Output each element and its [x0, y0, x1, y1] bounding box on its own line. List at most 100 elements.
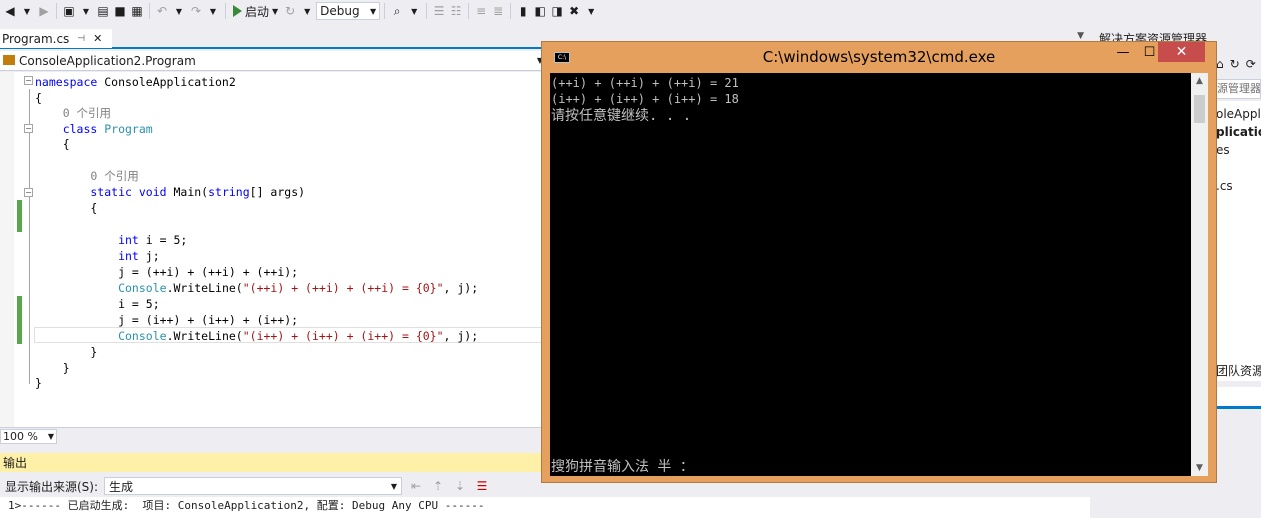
- redo-icon[interactable]: ↷: [188, 2, 204, 20]
- editor-zoom-bar: 100 % ▼: [0, 427, 545, 444]
- output-toolbar: 显示输出来源(S): 生成 ▼ ⇤ ⇡ ⇣ ☰: [0, 475, 545, 497]
- comment-icon[interactable]: ≡: [473, 2, 489, 20]
- refresh-icon[interactable]: ↻: [282, 2, 298, 20]
- new-project-icon[interactable]: ▣: [61, 2, 77, 20]
- scroll-down-icon[interactable]: ▼: [1191, 460, 1208, 476]
- undo-dropdown-icon[interactable]: ▼: [171, 2, 187, 20]
- separator: [426, 3, 428, 19]
- bookmark-icon[interactable]: ▮: [515, 2, 531, 20]
- align-left-icon[interactable]: ☰: [431, 2, 447, 20]
- change-marker: [17, 296, 22, 344]
- prev-bookmark-icon[interactable]: ◧: [532, 2, 548, 20]
- code-token: {: [35, 201, 98, 215]
- new-dropdown-icon[interactable]: ▼: [78, 2, 94, 20]
- code-line: 0 个引用: [35, 168, 139, 184]
- chevron-down-icon: ▼: [390, 481, 398, 491]
- refresh-dropdown-icon[interactable]: ▼: [299, 2, 315, 20]
- code-token: }: [35, 345, 98, 359]
- separator: [56, 3, 57, 19]
- close-icon[interactable]: ✕: [93, 32, 102, 45]
- uncomment-icon[interactable]: ≣: [490, 2, 506, 20]
- next-message-icon[interactable]: ⇣: [452, 477, 468, 495]
- code-line: namespace ConsoleApplication2: [35, 74, 236, 90]
- start-button[interactable]: 启动 ▼: [230, 3, 281, 20]
- tab-overflow-icon[interactable]: ▼: [1077, 31, 1084, 41]
- align-right-icon[interactable]: ☷: [448, 2, 464, 20]
- tree-item[interactable]: oleApplic: [1216, 107, 1261, 121]
- console-line: (++i) + (++i) + (++i) = 21: [551, 76, 739, 90]
- scroll-thumb[interactable]: [1194, 95, 1205, 123]
- open-file-icon[interactable]: ▤: [95, 2, 111, 20]
- tree-item[interactable]: plication: [1216, 125, 1261, 139]
- close-button[interactable]: ✕: [1158, 42, 1205, 62]
- save-icon[interactable]: ■: [112, 2, 128, 20]
- code-line: {: [35, 200, 97, 216]
- undo-icon[interactable]: ↶: [154, 2, 170, 20]
- console-scrollbar[interactable]: ▲ ▼: [1191, 73, 1208, 476]
- code-token: , j);: [443, 329, 479, 343]
- code-token: j;: [138, 249, 160, 263]
- console-output[interactable]: (++i) + (++i) + (++i) = 21 (i++) + (i++)…: [550, 73, 1191, 476]
- sync-icon[interactable]: ⟳: [1246, 57, 1256, 71]
- clear-all-icon[interactable]: ☰: [474, 477, 490, 495]
- code-token: class: [35, 122, 98, 136]
- back-icon[interactable]: ◀: [2, 2, 18, 20]
- refresh-icon[interactable]: ↻: [1230, 57, 1240, 71]
- code-token: , j);: [443, 281, 479, 295]
- type-dropdown[interactable]: ConsoleApplication2.Program ▼: [3, 54, 543, 68]
- code-line: class Program: [35, 121, 153, 137]
- code-line: j = (i++) + (i++) + (i++);: [35, 312, 298, 328]
- next-bookmark-icon[interactable]: ◨: [549, 2, 565, 20]
- class-icon: [3, 54, 15, 65]
- output-source-value: 生成: [109, 479, 134, 494]
- separator: [149, 3, 150, 19]
- code-token: 0 个引用: [35, 169, 139, 183]
- outline-guide: [29, 89, 30, 384]
- collapse-icon[interactable]: −: [24, 76, 33, 85]
- code-line: static void Main(string[] args): [35, 184, 305, 200]
- back-dropdown-icon[interactable]: ▼: [19, 2, 35, 20]
- code-token: .WriteLine(: [166, 329, 243, 343]
- code-editor[interactable]: − − − namespace ConsoleApplication2{ 0 个…: [0, 72, 545, 427]
- main-toolbar: ◀ ▼ ▶ ▣ ▼ ▤ ■ ▦ ↶ ▼ ↷ ▼ 启动 ▼ ↻ ▼ Debug ▼…: [0, 0, 1261, 22]
- scroll-up-icon[interactable]: ▲: [1191, 73, 1208, 89]
- code-line: {: [35, 136, 70, 152]
- tree-item[interactable]: .cs: [1216, 179, 1233, 193]
- clear-bookmarks-icon[interactable]: ✖: [566, 2, 582, 20]
- change-marker: [17, 200, 22, 232]
- solution-search-input[interactable]: 源管理器(Ctrl+: [1216, 79, 1261, 99]
- output-source-select[interactable]: 生成 ▼: [104, 477, 403, 495]
- code-token: {: [35, 91, 42, 105]
- pin-icon[interactable]: ⊣: [77, 34, 85, 44]
- separator: [510, 3, 512, 19]
- code-token: int: [35, 233, 139, 247]
- code-token: ConsoleApplication2: [97, 75, 236, 89]
- solution-config-select[interactable]: Debug ▼: [316, 2, 381, 20]
- code-token: Main(: [166, 185, 209, 199]
- code-token: {: [35, 137, 70, 151]
- tab-program-cs[interactable]: Program.cs ⊣ ✕: [0, 29, 112, 48]
- redo-dropdown-icon[interactable]: ▼: [205, 2, 221, 20]
- team-explorer-tab[interactable]: 团队资源: [1216, 361, 1261, 381]
- console-line: 请按任意键继续. . .: [551, 108, 692, 124]
- prev-message-icon[interactable]: ⇡: [430, 477, 446, 495]
- find-dropdown-icon[interactable]: ▼: [406, 2, 422, 20]
- minimize-button[interactable]: —: [1109, 42, 1137, 62]
- collapse-icon[interactable]: −: [24, 124, 33, 133]
- find-message-icon[interactable]: ⇤: [408, 477, 424, 495]
- tree-item[interactable]: es: [1216, 143, 1230, 157]
- save-all-icon[interactable]: ▦: [129, 2, 145, 20]
- cmd-window[interactable]: C:\ C:\windows\system32\cmd.exe — ☐ ✕ (+…: [541, 41, 1217, 483]
- collapse-icon[interactable]: −: [24, 188, 33, 197]
- start-dropdown-icon[interactable]: ▼: [272, 7, 278, 16]
- toolbar-overflow-icon[interactable]: ▼: [583, 2, 599, 20]
- find-icon[interactable]: ⌕: [389, 2, 405, 20]
- home-icon[interactable]: ⌂: [1216, 57, 1224, 71]
- forward-icon[interactable]: ▶: [36, 2, 52, 20]
- code-line: int j;: [35, 248, 160, 264]
- code-token: namespace: [35, 75, 98, 89]
- zoom-select[interactable]: 100 % ▼: [0, 428, 57, 444]
- code-line: Console.WriteLine("(i++) + (i++) + (i++)…: [35, 328, 478, 344]
- cmd-titlebar[interactable]: C:\ C:\windows\system32\cmd.exe — ☐ ✕: [542, 42, 1216, 73]
- output-source-label: 显示输出来源(S):: [5, 479, 99, 494]
